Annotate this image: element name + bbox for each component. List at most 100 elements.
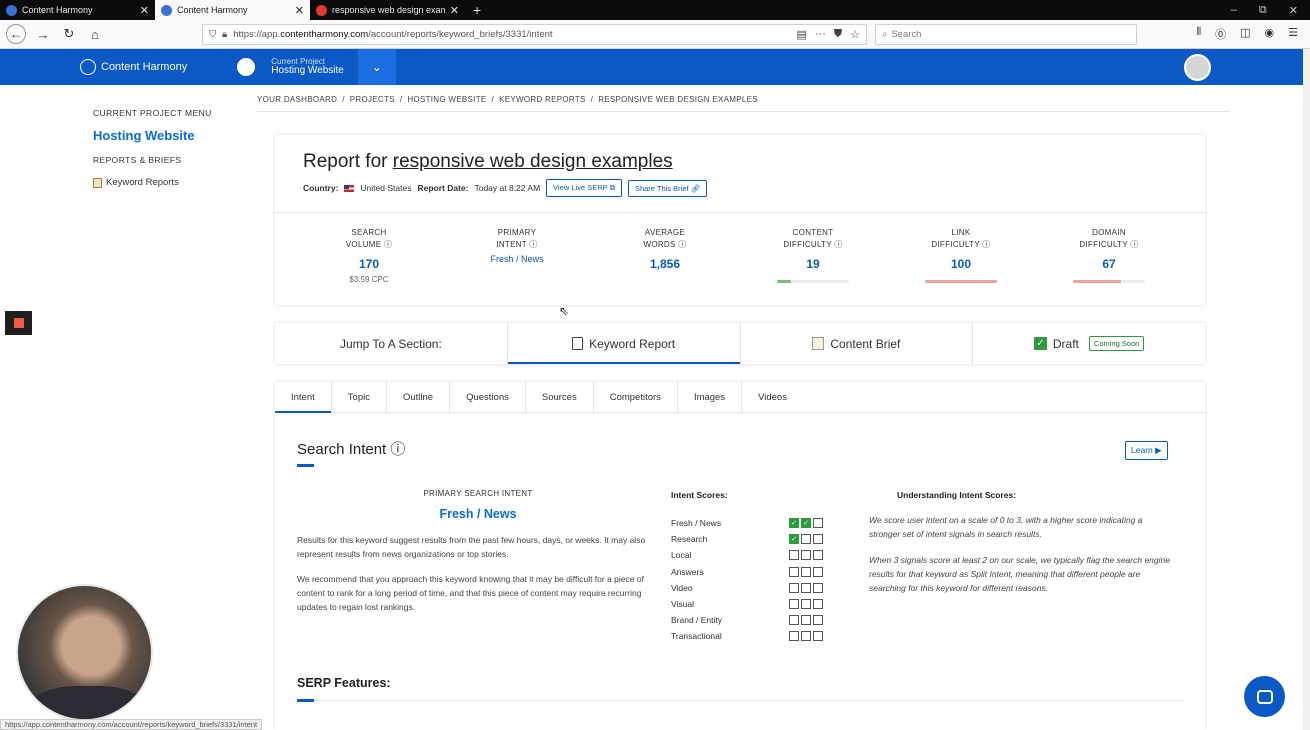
- info-icon[interactable]: ⓘ: [1130, 240, 1138, 249]
- browser-tab[interactable]: responsive web design exampl… ✕: [310, 0, 465, 20]
- search-intent-heading: Search Intent ⓘ: [297, 438, 405, 459]
- sidebar-icon[interactable]: ◫: [1240, 26, 1250, 42]
- minimize-icon[interactable]: –: [1231, 4, 1237, 16]
- breadcrumb-separator: /: [590, 95, 594, 104]
- score-box-empty: [813, 518, 823, 529]
- info-icon[interactable]: ⓘ: [529, 240, 537, 249]
- intent-name: Video: [671, 582, 693, 593]
- subtab-images[interactable]: Images: [678, 382, 743, 412]
- breadcrumb-keyword-reports[interactable]: KEYWORD REPORTS: [499, 95, 586, 104]
- browser-tab-active[interactable]: Content Harmony ✕: [155, 0, 310, 20]
- breadcrumb-current: RESPONSIVE WEB DESIGN EXAMPLES: [598, 95, 758, 104]
- close-icon[interactable]: ✕: [140, 4, 149, 17]
- subtab-videos[interactable]: Videos: [742, 382, 803, 412]
- score-box-empty: [789, 582, 799, 593]
- metric-domain-difficulty: DOMAIN DIFFICULTY ⓘ 67: [1035, 227, 1183, 285]
- sidebar-item-keyword-reports[interactable]: Keyword Reports: [93, 177, 253, 188]
- metric-label-line2: DIFFICULTY ⓘ: [739, 239, 887, 251]
- keyword-link[interactable]: responsive web design examples: [393, 151, 673, 172]
- report-meta: Country: United States Report Date: Toda…: [303, 179, 708, 197]
- learn-button[interactable]: Learn ▶: [1125, 441, 1168, 460]
- metric-value: 67: [1102, 257, 1116, 272]
- breadcrumb-projects[interactable]: PROJECTS: [350, 95, 395, 104]
- chat-support-button[interactable]: [1244, 676, 1285, 717]
- share-brief-button[interactable]: Share This Brief 🔗︎: [627, 179, 708, 197]
- score-box-checked: ✓: [801, 518, 811, 529]
- subtab-outline[interactable]: Outline: [387, 382, 451, 412]
- app-header: Content Harmony Current Project Hosting …: [0, 49, 1303, 85]
- subtab-sources[interactable]: Sources: [526, 382, 594, 412]
- jump-to-section-label: Jump To A Section:: [275, 323, 508, 364]
- subtab-topic[interactable]: Topic: [332, 382, 387, 412]
- tab-keyword-report[interactable]: Keyword Report: [507, 323, 741, 364]
- library-icon[interactable]: ⫴: [1196, 26, 1201, 42]
- reader-view-icon[interactable]: ▤: [796, 28, 806, 41]
- browser-tab[interactable]: Content Harmony ✕: [0, 0, 155, 20]
- score-box-empty: [813, 599, 823, 610]
- metric-label: DIFFICULTY: [1079, 239, 1128, 249]
- report-summary-card: Report for responsive web design example…: [275, 135, 1205, 305]
- score-box-empty: [789, 615, 799, 626]
- metric-link-difficulty: LINK DIFFICULTY ⓘ 100: [887, 227, 1035, 285]
- extension-icon[interactable]: ⓪: [1215, 26, 1226, 42]
- tab-draft[interactable]: ✓ Draft Coming Soon: [973, 323, 1205, 364]
- intent-scores-title: Intent Scores:: [671, 490, 728, 500]
- memo-icon: [812, 337, 825, 350]
- tab-content-brief[interactable]: Content Brief: [741, 323, 974, 364]
- back-arrow-icon[interactable]: ←: [6, 24, 26, 44]
- restore-icon[interactable]: ⧉: [1259, 4, 1267, 17]
- bookmark-star-icon[interactable]: ☆: [850, 28, 860, 41]
- sidebar-project-link[interactable]: Hosting Website: [93, 128, 253, 143]
- url-text: https://app.contentharmony.com/account/r…: [233, 28, 553, 40]
- breadcrumb-separator: /: [491, 95, 495, 104]
- info-icon[interactable]: ⓘ: [678, 240, 686, 249]
- difficulty-bar-fill: [1073, 279, 1122, 283]
- home-icon[interactable]: ⌂: [86, 27, 104, 42]
- score-box-empty: [813, 566, 823, 577]
- page-scrollbar[interactable]: [1303, 49, 1310, 730]
- info-icon[interactable]: ⓘ: [390, 441, 405, 458]
- understanding-text: When 3 signals score at least 2 on our s…: [869, 555, 1170, 594]
- close-icon[interactable]: ✕: [450, 4, 459, 17]
- more-actions-icon[interactable]: ···: [815, 28, 826, 41]
- browser-toolbar: ← → ↻ ⌂ ⛉ 🔒︎ https://app.contentharmony.…: [0, 20, 1310, 49]
- browser-search-input[interactable]: ⌕ Search: [875, 23, 1137, 45]
- project-switch-button[interactable]: ⌄: [357, 49, 396, 85]
- url-bar[interactable]: ⛉ 🔒︎ https://app.contentharmony.com/acco…: [202, 23, 867, 45]
- metric-search-volume: SEARCH VOLUME ⓘ 170 $3.59 CPC: [295, 227, 443, 285]
- user-avatar[interactable]: [1184, 53, 1211, 81]
- subtab-competitors[interactable]: Competitors: [594, 382, 678, 412]
- metric-label: DIFFICULTY: [783, 239, 832, 249]
- share-brief-label: Share This Brief: [634, 183, 689, 193]
- subtab-questions[interactable]: Questions: [450, 382, 526, 412]
- intent-name: Research: [671, 534, 708, 545]
- reload-icon[interactable]: ↻: [60, 26, 78, 42]
- close-icon[interactable]: ✕: [295, 4, 304, 17]
- score-box-empty: [801, 566, 811, 577]
- record-stop-button[interactable]: [5, 311, 32, 335]
- subtab-bar: Intent Topic Outline Questions Sources C…: [275, 382, 1205, 413]
- mouse-cursor-icon: ⇖: [559, 304, 570, 318]
- lock-icon[interactable]: 🔒︎: [222, 29, 227, 40]
- info-icon[interactable]: ⓘ: [384, 240, 392, 249]
- tab-title: responsive web design exampl…: [332, 5, 445, 15]
- forward-arrow-icon[interactable]: →: [34, 27, 52, 42]
- metric-label: INTENT: [496, 239, 527, 249]
- view-live-serp-button[interactable]: View Live SERP ⧉: [546, 179, 622, 197]
- new-tab-button[interactable]: +: [465, 0, 489, 20]
- breadcrumb-dashboard[interactable]: YOUR DASHBOARD: [257, 95, 337, 104]
- breadcrumb-project[interactable]: HOSTING WEBSITE: [407, 95, 486, 104]
- menu-icon[interactable]: ☰: [1288, 26, 1298, 42]
- subtab-intent[interactable]: Intent: [275, 382, 332, 413]
- difficulty-bar: [777, 279, 849, 283]
- shield-icon[interactable]: ⛉: [209, 29, 216, 40]
- brand-logo-link[interactable]: Content Harmony: [80, 59, 187, 75]
- close-window-icon[interactable]: ✕: [1289, 4, 1298, 17]
- info-icon[interactable]: ⓘ: [834, 240, 842, 249]
- pocket-icon[interactable]: ⛊: [834, 28, 842, 41]
- score-boxes: [789, 566, 823, 577]
- search-placeholder: Search: [891, 28, 922, 40]
- info-icon[interactable]: ⓘ: [982, 240, 990, 249]
- account-icon[interactable]: ◉: [1265, 26, 1275, 42]
- intent-score-row: Visual: [671, 596, 841, 612]
